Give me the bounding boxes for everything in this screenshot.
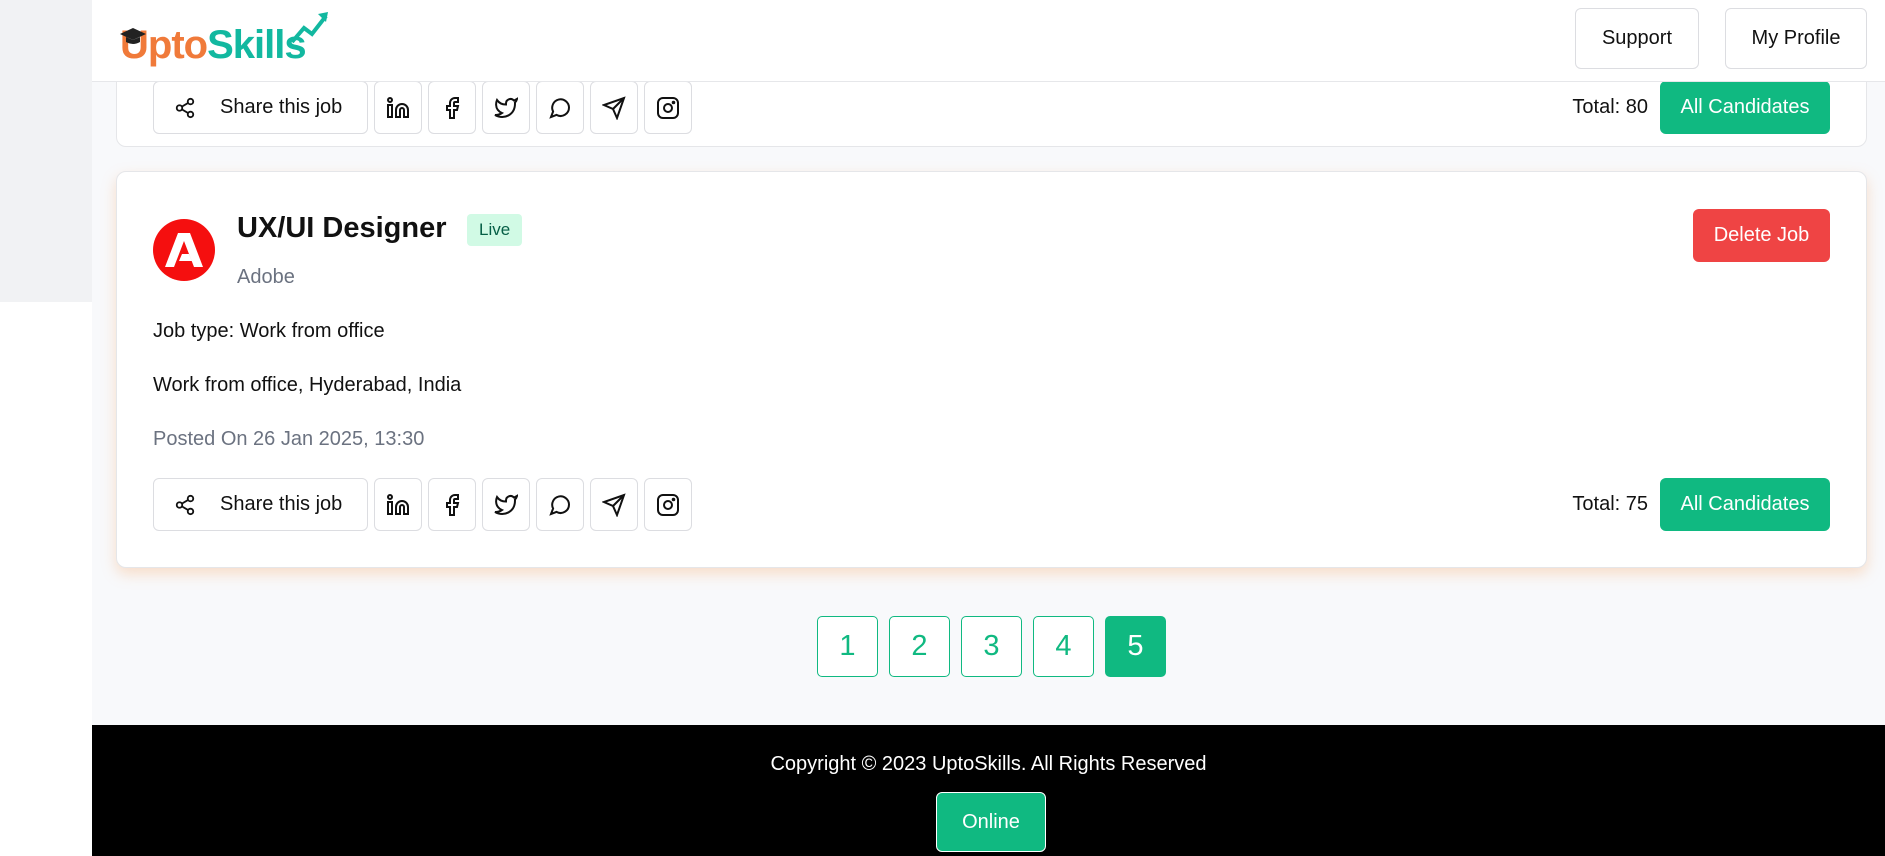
instagram-icon — [657, 96, 679, 119]
logo-wordmark: UptoSkills — [120, 20, 307, 70]
job-location: Work from office, Hyderabad, India — [153, 374, 462, 396]
left-gutter — [0, 302, 92, 856]
twitter-share-button[interactable] — [482, 81, 530, 134]
adobe-logo-icon — [165, 233, 203, 267]
share-icon — [175, 97, 195, 118]
share-icon — [175, 494, 195, 515]
left-sidebar — [0, 0, 92, 302]
share-job-button[interactable]: Share this job — [153, 478, 368, 531]
linkedin-icon — [387, 493, 409, 515]
job-title[interactable]: UX/UI Designer — [237, 212, 447, 245]
whatsapp-icon — [549, 97, 571, 119]
copyright-text: Copyright © 2023 UptoSkills. All Rights … — [770, 753, 1207, 775]
telegram-icon — [602, 95, 626, 120]
linkedin-icon — [387, 96, 409, 118]
uptoskills-logo[interactable]: UptoSkills — [120, 12, 360, 70]
company-name: Adobe — [237, 266, 295, 288]
linkedin-share-button[interactable] — [374, 81, 422, 134]
my-profile-button[interactable]: My Profile — [1725, 8, 1867, 69]
facebook-icon — [446, 493, 460, 516]
share-job-button[interactable]: Share this job — [153, 81, 368, 134]
page-button-5[interactable]: 5 — [1105, 616, 1166, 677]
twitter-share-button[interactable] — [482, 478, 530, 531]
facebook-share-button[interactable] — [428, 81, 476, 134]
company-logo — [153, 219, 215, 281]
job-type: Job type: Work from office — [153, 320, 385, 342]
whatsapp-icon — [549, 494, 571, 516]
telegram-share-button[interactable] — [590, 478, 638, 531]
page-button-3[interactable]: 3 — [961, 616, 1022, 677]
graduation-cap-icon — [120, 28, 146, 44]
telegram-share-button[interactable] — [590, 81, 638, 134]
status-badge: Live — [467, 214, 523, 246]
top-header: UptoSkills Support My Profile — [92, 0, 1885, 82]
growth-arrow-icon — [290, 12, 328, 44]
share-row: Share this job — [153, 81, 692, 134]
page-button-1[interactable]: 1 — [817, 616, 878, 677]
whatsapp-share-button[interactable] — [536, 478, 584, 531]
twitter-icon — [494, 96, 518, 118]
posted-date: Posted On 26 Jan 2025, 13:30 — [153, 428, 425, 450]
telegram-icon — [602, 492, 626, 517]
pagination: 1 2 3 4 5 — [817, 616, 1177, 677]
online-status-button[interactable]: Online — [936, 792, 1046, 852]
whatsapp-share-button[interactable] — [536, 81, 584, 134]
facebook-icon — [446, 96, 460, 119]
instagram-icon — [657, 493, 679, 516]
job-card: UX/UI Designer Live Adobe Delete Job Job… — [116, 171, 1867, 568]
share-job-label: Share this job — [220, 493, 343, 515]
footer: Copyright © 2023 UptoSkills. All Rights … — [92, 725, 1885, 856]
delete-job-button[interactable]: Delete Job — [1693, 209, 1830, 262]
twitter-icon — [494, 493, 518, 515]
instagram-share-button[interactable] — [644, 478, 692, 531]
page-button-2[interactable]: 2 — [889, 616, 950, 677]
linkedin-share-button[interactable] — [374, 478, 422, 531]
total-candidates: Total: 75 — [1572, 493, 1648, 515]
facebook-share-button[interactable] — [428, 478, 476, 531]
share-row: Share this job — [153, 478, 692, 531]
instagram-share-button[interactable] — [644, 81, 692, 134]
all-candidates-button[interactable]: All Candidates — [1660, 478, 1830, 531]
support-button[interactable]: Support — [1575, 8, 1699, 69]
all-candidates-button[interactable]: All Candidates — [1660, 81, 1830, 134]
share-job-label: Share this job — [220, 96, 343, 118]
total-candidates: Total: 80 — [1572, 96, 1648, 118]
page-button-4[interactable]: 4 — [1033, 616, 1094, 677]
